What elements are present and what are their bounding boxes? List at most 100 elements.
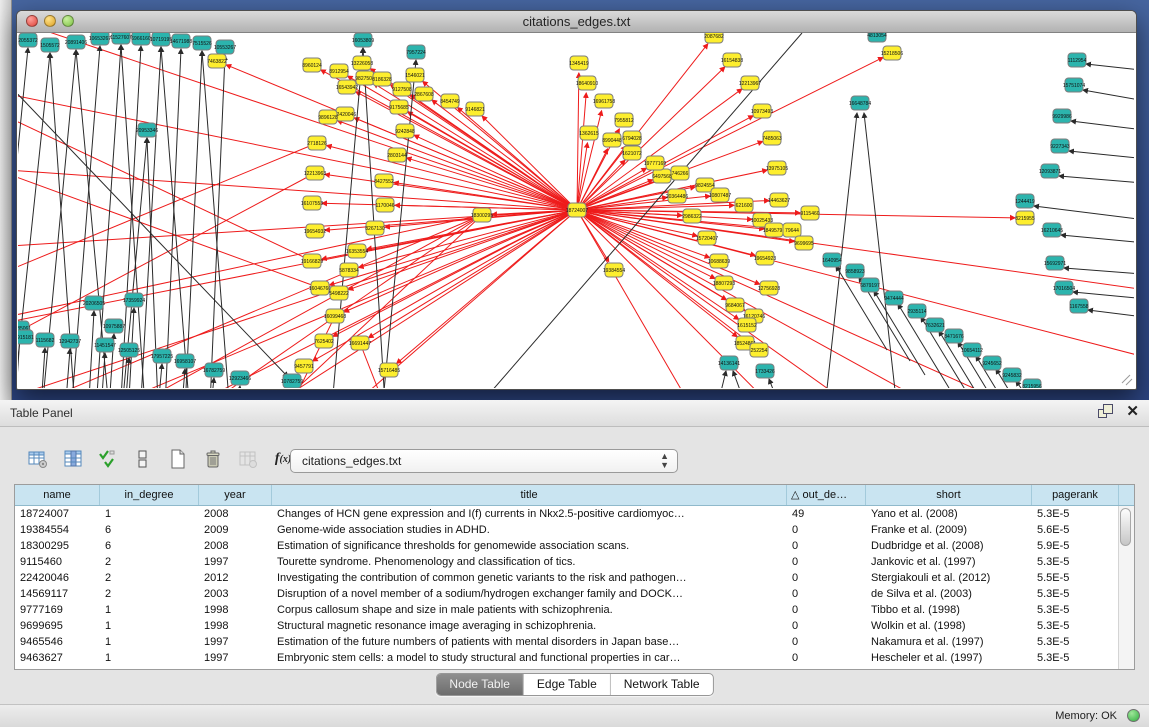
graph-node[interactable]: 18495796 <box>763 223 785 237</box>
graph-node[interactable]: 18724007 <box>566 203 588 217</box>
graph-node[interactable]: 8215956 <box>1022 379 1042 388</box>
graph-node[interactable]: 19166829 <box>301 254 323 268</box>
graph-node[interactable]: 7515526 <box>192 36 212 50</box>
graph-node[interactable]: 20364486 <box>666 189 688 203</box>
column-header[interactable]: short <box>866 485 1032 505</box>
graph-node[interactable]: 20206505 <box>83 296 105 310</box>
float-panel-icon[interactable] <box>1098 404 1114 419</box>
graph-node[interactable]: 79644 <box>783 223 801 237</box>
graph-node[interactable]: 14136141 <box>718 356 740 370</box>
graph-node[interactable]: 16046766 <box>309 281 331 295</box>
select-rows-button[interactable] <box>98 449 118 469</box>
graph-node[interactable]: 7957224 <box>406 45 426 59</box>
delete-table-button[interactable] <box>203 449 223 469</box>
graph-node[interactable]: 12942737 <box>59 334 81 348</box>
tab-edge-table[interactable]: Edge Table <box>524 674 611 695</box>
table-row[interactable]: 911546021997Tourette syndrome. Phenomeno… <box>15 554 1134 570</box>
table-row[interactable]: 1938455462009Genome-wide association stu… <box>15 522 1134 538</box>
new-table-button[interactable] <box>168 449 188 469</box>
graph-node[interactable]: 12213963 <box>304 166 326 180</box>
graph-node[interactable]: 5878334 <box>339 263 359 277</box>
graph-node[interactable]: 10654112 <box>961 343 983 357</box>
graph-node[interactable]: 19384554 <box>603 263 625 277</box>
graph-node[interactable]: 16648784 <box>849 96 871 110</box>
minimize-window-button[interactable] <box>44 15 56 27</box>
graph-node[interactable]: 10807487 <box>709 188 731 202</box>
graph-node[interactable]: 2803144 <box>387 148 407 162</box>
graph-node[interactable]: 9146821 <box>465 102 485 116</box>
graph-node[interactable]: 7632621 <box>925 318 945 332</box>
column-header[interactable]: name <box>15 485 100 505</box>
graph-node[interactable]: 12923466 <box>229 371 251 385</box>
graph-node[interactable]: 1505572 <box>40 38 60 52</box>
graph-node[interactable]: 252254 <box>750 343 768 357</box>
graph-node[interactable]: 12213967 <box>739 76 761 90</box>
graph-node[interactable]: 13975105 <box>766 161 788 175</box>
graph-node[interactable]: 7485063 <box>762 131 782 145</box>
graph-node[interactable]: 9699695 <box>794 236 814 250</box>
graph-node[interactable]: 9245832 <box>1002 368 1022 382</box>
graph-node[interactable]: 11451547 <box>94 338 116 352</box>
table-row[interactable]: 977716911998Corpus callosum shape and si… <box>15 602 1134 618</box>
graph-node[interactable]: 7463822 <box>207 54 227 68</box>
graph-node[interactable]: 8960124 <box>302 58 322 72</box>
column-header[interactable]: pagerank <box>1032 485 1119 505</box>
graph-node[interactable]: 1546021 <box>405 68 425 82</box>
graph-node[interactable]: 15692971 <box>1044 256 1066 270</box>
table-row[interactable]: 969969511998Structural magnetic resonanc… <box>15 618 1134 634</box>
graph-node[interactable]: 1345419 <box>569 56 589 70</box>
graph-node[interactable]: 16099468 <box>324 309 346 323</box>
close-panel-icon[interactable]: ✕ <box>1126 404 1139 419</box>
graph-node[interactable]: 19654932 <box>304 224 326 238</box>
graph-node[interactable]: 17359924 <box>123 293 145 307</box>
graph-node[interactable]: 10973493 <box>751 104 773 118</box>
graph-node[interactable]: 18300295 <box>471 208 493 222</box>
graph-node[interactable]: 6794028 <box>622 131 642 145</box>
graph-node[interactable]: 15716485 <box>378 363 400 377</box>
graph-node[interactable]: 18640910 <box>576 76 598 90</box>
column-header[interactable]: △ out_de… <box>787 485 866 505</box>
table-row[interactable]: 2242004622012Investigating the contribut… <box>15 570 1134 586</box>
graph-node[interactable]: 17016504 <box>1053 281 1075 295</box>
graph-node[interactable]: 1362615 <box>579 126 599 140</box>
graph-node[interactable]: 9896128 <box>318 110 338 124</box>
close-window-button[interactable] <box>26 15 38 27</box>
graph-node[interactable]: 2867608 <box>414 87 434 101</box>
graph-node[interactable]: 19777169 <box>644 156 666 170</box>
graph-node[interactable]: 2055372 <box>18 33 38 47</box>
graph-node[interactable]: 9457791 <box>294 359 314 373</box>
graph-node[interactable]: 6497568 <box>652 169 672 183</box>
graph-node[interactable]: 16210645 <box>1041 223 1063 237</box>
graph-node[interactable]: 9858923 <box>845 264 865 278</box>
zoom-window-button[interactable] <box>62 15 74 27</box>
graph-node[interactable]: 1640954 <box>822 253 842 267</box>
graph-node[interactable]: 8427552 <box>374 174 394 188</box>
table-row[interactable]: 1872400712008Changes of HCN gene express… <box>15 506 1134 522</box>
graph-node[interactable]: 16782759 <box>203 363 225 377</box>
network-view-canvas[interactable]: 1872400774638228960124891295413226058982… <box>18 33 1135 388</box>
graph-node[interactable]: 2718126 <box>307 136 327 150</box>
network-graph[interactable]: 1872400774638228960124891295413226058982… <box>18 33 1134 388</box>
graph-node[interactable]: 5498222 <box>329 286 349 300</box>
graph-node[interactable]: 14463627 <box>768 193 790 207</box>
table-row[interactable]: 946554611997Estimation of the future num… <box>15 634 1134 650</box>
graph-node[interactable]: 9115460 <box>800 206 819 220</box>
graph-node[interactable]: 2087682 <box>704 33 724 43</box>
graph-node[interactable]: 8267130 <box>365 221 385 235</box>
table-settings-button[interactable] <box>28 449 48 469</box>
graph-node[interactable]: 1733426 <box>755 364 775 378</box>
graph-node[interactable]: 11527607 <box>110 33 132 44</box>
graph-node[interactable]: 10553267 <box>214 40 236 54</box>
graph-node[interactable]: 2986322 <box>682 209 702 223</box>
graph-node[interactable]: 16053809 <box>352 33 374 47</box>
column-header[interactable]: in_degree <box>100 485 199 505</box>
table-vertical-scrollbar[interactable] <box>1118 506 1134 669</box>
graph-node[interactable]: 20891406 <box>65 35 87 49</box>
scrollbar-thumb[interactable] <box>1120 508 1131 546</box>
graph-node[interactable]: 1112954 <box>1068 53 1087 67</box>
network-window-titlebar[interactable]: citations_edges.txt <box>17 11 1136 33</box>
graph-node[interactable]: 16154838 <box>721 53 743 67</box>
graph-node[interactable]: 7625402 <box>314 334 334 348</box>
graph-node[interactable]: 20953346 <box>136 123 158 137</box>
graph-node[interactable]: 15218506 <box>881 46 903 60</box>
